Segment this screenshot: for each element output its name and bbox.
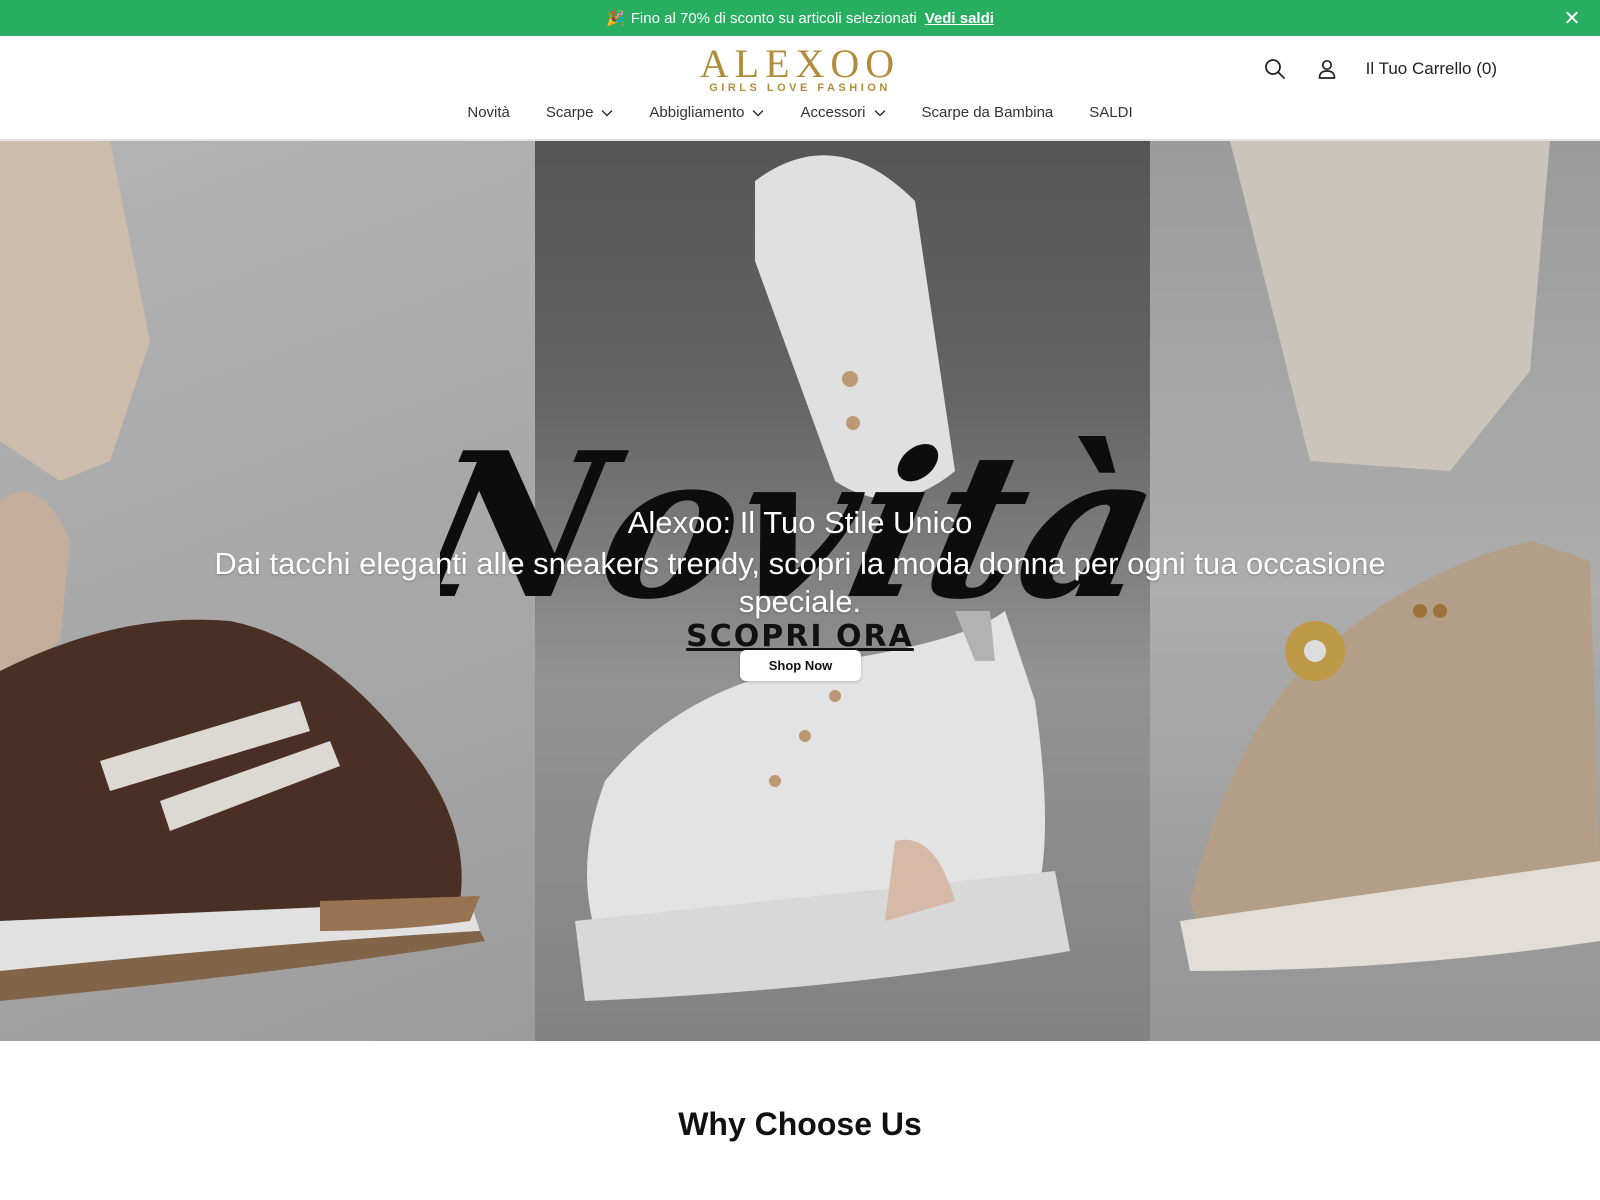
hero-title: Alexoo: Il Tuo Stile Unico <box>627 505 973 540</box>
nav-label: Scarpe <box>545 104 594 121</box>
nav-item-scarpe[interactable]: Scarpe <box>546 104 614 121</box>
announcement-text: Fino al 70% di sconto su articoli selezi… <box>630 9 917 27</box>
why-choose-us-heading: Why Choose Us <box>678 1106 922 1142</box>
nav-item-abbigliamento[interactable]: Abbigliamento <box>649 104 765 121</box>
nav-label: Novità <box>467 104 510 121</box>
header-actions: Il Tuo Carrello (0) <box>1236 56 1497 82</box>
main-nav: Novità Scarpe Abbigliamento Accessori Sc… <box>0 104 1600 121</box>
account-icon[interactable] <box>1314 56 1340 82</box>
nav-item-novita[interactable]: Novità <box>467 104 510 121</box>
nav-label: Scarpe da Bambina <box>921 104 1054 121</box>
chevron-down-icon <box>873 109 886 117</box>
nav-item-accessori[interactable]: Accessori <box>800 104 886 121</box>
hero-subtitle: Dai tacchi eleganti alle sneakers trendy… <box>214 546 1386 619</box>
announcement-bar: 🎉 Fino al 70% di sconto su articoli sele… <box>0 0 1600 36</box>
search-icon[interactable] <box>1262 56 1288 82</box>
nav-label: Abbigliamento <box>649 104 745 121</box>
discover-now-link[interactable]: SCOPRI ORA <box>0 619 1600 654</box>
chevron-down-icon <box>601 109 613 117</box>
site-header: ALEXOO GIRLS LOVE FASHION Il Tuo Carrell… <box>0 36 1600 141</box>
close-icon[interactable] <box>1562 8 1582 28</box>
shop-now-button[interactable]: Shop Now <box>740 650 861 681</box>
nav-label: Accessori <box>800 104 866 121</box>
logo-tagline: GIRLS LOVE FASHION <box>709 82 891 94</box>
hero-banner[interactable]: Novità Alexoo: Il Tuo Stile Unico Dai ta… <box>0 141 1600 1041</box>
sale-link[interactable]: Vedi saldi <box>925 10 994 27</box>
nav-item-scarpe-bambina[interactable]: Scarpe da Bambina <box>922 104 1054 121</box>
nav-item-saldi[interactable]: SALDI <box>1089 104 1132 121</box>
chevron-down-icon <box>752 109 765 117</box>
cart-link[interactable]: Il Tuo Carrello (0) <box>1366 59 1497 79</box>
party-icon: 🎉 <box>606 10 625 27</box>
nav-label: SALDI <box>1089 104 1133 121</box>
